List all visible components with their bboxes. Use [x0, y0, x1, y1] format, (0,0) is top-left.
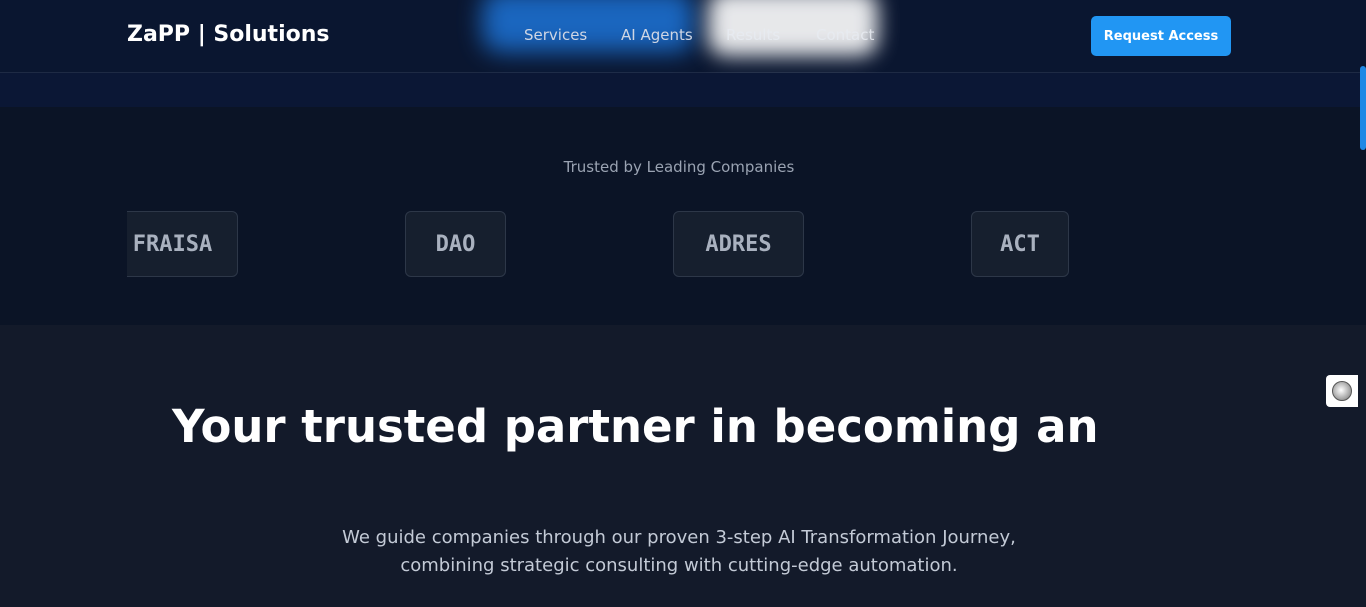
nav-link-ai-agents[interactable]: AI Agents: [621, 26, 693, 44]
nav-link-contact[interactable]: Contact: [816, 26, 874, 44]
floating-widget-button[interactable]: [1326, 375, 1358, 407]
request-access-button[interactable]: Request Access: [1091, 16, 1231, 56]
company-logo-dao: DAO: [405, 211, 506, 277]
site-header: ZaPP | Solutions Services AI Agents Resu…: [0, 0, 1366, 73]
header-band: [0, 73, 1366, 107]
nav-link-results[interactable]: Results: [726, 26, 780, 44]
company-logo-carousel: FRAISA DAO ADRES ACT: [127, 211, 1231, 277]
nav-link-services[interactable]: Services: [524, 26, 587, 44]
page-scrollbar[interactable]: [1360, 66, 1366, 150]
hero-headline: Your trusted partner in becoming an: [172, 400, 1099, 453]
hero-subtext-line-1: We guide companies through our proven 3-…: [342, 527, 1016, 548]
hero-section: Your trusted partner in becoming an We g…: [0, 325, 1366, 607]
company-logo-act: ACT: [971, 211, 1069, 277]
company-logo-fraisa: FRAISA: [127, 211, 238, 277]
company-logo-adres: ADRES: [673, 211, 804, 277]
hero-subtext: We guide companies through our proven 3-…: [0, 524, 1358, 580]
chat-bubble-icon: [1332, 381, 1352, 401]
trusted-section: Trusted by Leading Companies FRAISA DAO …: [0, 107, 1366, 325]
trusted-title: Trusted by Leading Companies: [563, 158, 795, 176]
hero-subtext-line-2: combining strategic consulting with cutt…: [400, 555, 958, 576]
